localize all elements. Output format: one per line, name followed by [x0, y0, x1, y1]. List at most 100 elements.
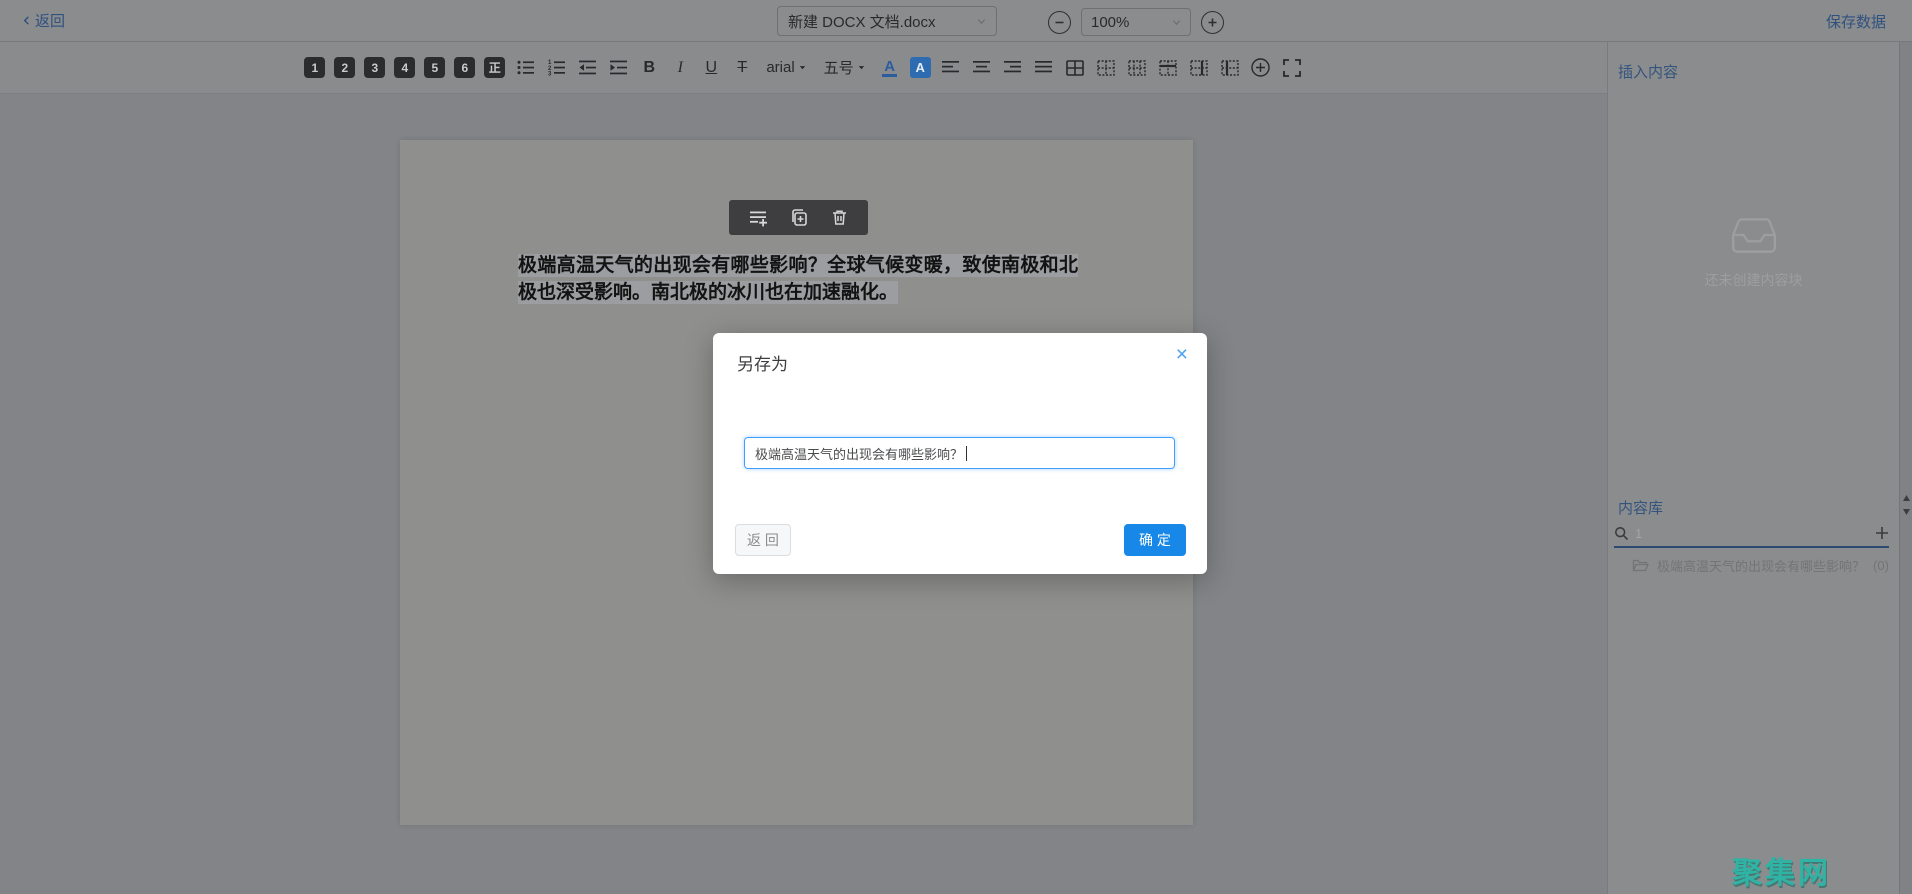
- heading-2-button[interactable]: 2: [334, 57, 356, 78]
- heading-6-button[interactable]: 6: [454, 57, 476, 78]
- library-item-text: 极端高温天气的出现会有哪些影响？: [1657, 559, 1866, 574]
- table-insert-column-right-icon: [1189, 59, 1208, 76]
- align-center-button[interactable]: [971, 57, 993, 79]
- font-family-dropdown[interactable]: arial: [766, 59, 806, 76]
- zoom-level-dropdown[interactable]: 100%: [1081, 8, 1191, 36]
- save-data-button[interactable]: 保存数据: [1826, 11, 1886, 32]
- library-item-count: (0): [1873, 558, 1889, 573]
- table-dashed-icon: [1096, 59, 1115, 76]
- document-paragraph[interactable]: 极端高温天气的出现会有哪些影响？全球气候变暖，致使南极和北极也深受影响。南北极的…: [518, 252, 1078, 306]
- back-label: 返回: [35, 13, 66, 30]
- indent-button[interactable]: [607, 57, 629, 79]
- insert-table-button[interactable]: [1064, 57, 1086, 79]
- right-sidebar: 插入内容 还未创建内容块 内容库 1 极端高温天气的出现会有哪些影响？ (0): [1607, 42, 1899, 894]
- align-center-icon: [973, 61, 991, 73]
- back-button[interactable]: 返回: [22, 10, 65, 31]
- align-right-button[interactable]: [1002, 57, 1024, 79]
- zoom-level-value: 100%: [1091, 13, 1130, 31]
- normal-text-button[interactable]: 正: [484, 57, 506, 78]
- align-justify-button[interactable]: [1033, 57, 1055, 79]
- svg-text:3: 3: [548, 71, 552, 77]
- italic-button[interactable]: I: [669, 57, 691, 79]
- close-icon[interactable]: ×: [1176, 344, 1188, 365]
- font-color-button[interactable]: A: [879, 57, 901, 79]
- insert-more-button[interactable]: [1250, 57, 1272, 79]
- copy-block-button[interactable]: [789, 208, 809, 228]
- table-icon: [1065, 59, 1084, 76]
- search-icon: [1614, 526, 1629, 541]
- watermark-logo: 聚集网: [1732, 857, 1831, 890]
- zoom-in-button[interactable]: [1201, 10, 1224, 34]
- chevron-down-icon: [977, 18, 986, 24]
- underline-button[interactable]: U: [700, 57, 722, 79]
- folder-icon: [1632, 558, 1649, 573]
- document-title-dropdown[interactable]: 新建 DOCX 文档.docx: [777, 6, 997, 36]
- minus-icon: [1055, 21, 1064, 23]
- dialog-title: 另存为: [737, 355, 788, 374]
- copy-plus-icon: [791, 208, 807, 226]
- insert-column-right-button[interactable]: [1188, 57, 1210, 79]
- add-to-block-button[interactable]: [748, 208, 768, 228]
- library-item[interactable]: 极端高温天气的出现会有哪些影响？ (0): [1632, 556, 1889, 575]
- delete-column-button[interactable]: [1126, 57, 1148, 79]
- add-list-icon: [749, 211, 767, 226]
- chevron-down-icon: [858, 66, 864, 70]
- empty-state-text: 还未创建内容块: [1704, 272, 1803, 288]
- search-input[interactable]: 1: [1635, 526, 1869, 541]
- fullscreen-button[interactable]: [1281, 57, 1303, 79]
- heading-3-button[interactable]: 3: [364, 57, 386, 78]
- heading-5-button[interactable]: 5: [424, 57, 446, 78]
- content-library-title: 内容库: [1618, 500, 1664, 517]
- dialog-back-button[interactable]: 返 回: [735, 524, 791, 556]
- align-justify-icon: [1035, 61, 1053, 73]
- table-insert-column-left-icon: [1220, 59, 1239, 76]
- trash-icon: [833, 210, 846, 225]
- bold-button[interactable]: B: [638, 57, 660, 79]
- document-title: 新建 DOCX 文档.docx: [788, 13, 936, 31]
- ordered-list-button[interactable]: 123: [545, 57, 567, 79]
- inbox-tray-icon: [1731, 218, 1776, 253]
- outdent-icon: [578, 60, 596, 75]
- chevron-down-icon: [1172, 19, 1181, 25]
- add-library-item-button[interactable]: [1875, 526, 1889, 541]
- font-color-letter: A: [882, 57, 898, 77]
- insert-content-title: 插入内容: [1618, 64, 1679, 81]
- zoom-controls: 100%: [1048, 8, 1224, 36]
- table-insert-row-icon: [1158, 59, 1177, 76]
- selection-toolbar: [729, 200, 868, 235]
- font-size-dropdown[interactable]: 五号: [824, 57, 866, 78]
- heading-1-button[interactable]: 1: [304, 57, 326, 78]
- chevron-down-icon: [799, 66, 805, 70]
- indent-icon: [609, 60, 627, 75]
- heading-4-button[interactable]: 4: [394, 57, 416, 78]
- scroll-down-icon[interactable]: [1902, 508, 1911, 516]
- top-bar: 返回 新建 DOCX 文档.docx 100% 保存数据: [0, 0, 1912, 42]
- content-library-section: 内容库 1 极端高温天气的出现会有哪些影响？ (0): [1608, 497, 1899, 575]
- zoom-out-button[interactable]: [1048, 10, 1071, 34]
- delete-block-button[interactable]: [830, 208, 850, 228]
- empty-state: 还未创建内容块: [1608, 214, 1899, 290]
- insert-row-button[interactable]: [1157, 57, 1179, 79]
- outdent-button[interactable]: [576, 57, 598, 79]
- filename-input[interactable]: 极端高温天气的出现会有哪些影响？: [744, 437, 1175, 469]
- filename-value: 极端高温天气的出现会有哪些影响？: [755, 446, 964, 462]
- sidebar-scrollbar[interactable]: [1899, 42, 1912, 894]
- scroll-up-icon[interactable]: [1902, 494, 1911, 502]
- insert-column-left-button[interactable]: [1219, 57, 1241, 79]
- library-search-bar[interactable]: 1: [1614, 526, 1889, 548]
- ordered-list-icon: 123: [548, 60, 565, 77]
- align-left-icon: [942, 61, 960, 73]
- bullet-list-icon: [517, 60, 534, 75]
- delete-row-button[interactable]: [1095, 57, 1117, 79]
- selected-text: 极端高温天气的出现会有哪些影响？全球气候变暖，致使南极和北极也深受影响。南北极的…: [518, 254, 1078, 304]
- plus-icon: [1876, 527, 1888, 539]
- save-as-dialog: 另存为 × 极端高温天气的出现会有哪些影响？ 返 回 确 定: [713, 333, 1207, 574]
- align-right-icon: [1004, 61, 1022, 73]
- chevron-left-icon: [23, 16, 29, 25]
- highlight-color-button[interactable]: A: [909, 57, 931, 78]
- text-caret: [966, 445, 968, 461]
- align-left-button[interactable]: [940, 57, 962, 79]
- bullet-list-button[interactable]: [514, 57, 536, 79]
- strikethrough-button[interactable]: T: [731, 57, 753, 79]
- dialog-confirm-button[interactable]: 确 定: [1124, 524, 1186, 556]
